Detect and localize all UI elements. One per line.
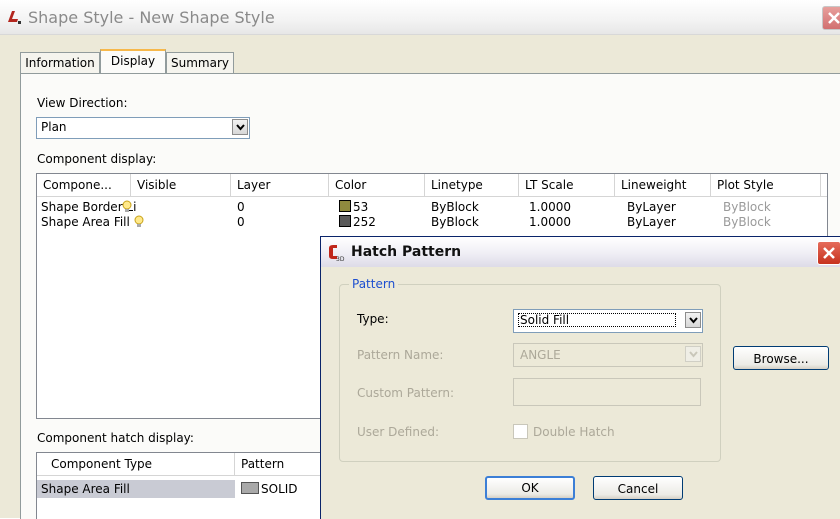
table-row[interactable]: Shape Area Fill SOLID xyxy=(37,480,337,498)
linetype-value: ByBlock xyxy=(431,215,479,229)
lineweight-value: ByLayer xyxy=(627,200,676,214)
column-header-plot-style[interactable]: Plot Style xyxy=(711,174,821,196)
user-defined-label: User Defined: xyxy=(357,425,439,439)
pattern-cell[interactable]: SOLID xyxy=(241,482,298,496)
column-header-lineweight[interactable]: Lineweight xyxy=(615,174,711,196)
autocad-icon xyxy=(6,9,22,25)
table-row[interactable]: Shape Border Li 0 53 ByBlock 1.0000 ByLa… xyxy=(37,200,827,214)
custom-pattern-label: Custom Pattern: xyxy=(357,386,455,400)
ok-button[interactable]: OK xyxy=(485,476,575,500)
type-value: Solid Fill xyxy=(518,313,676,327)
hatch-list-header: Component Type Pattern xyxy=(37,453,337,476)
browse-button[interactable]: Browse... xyxy=(733,346,829,370)
lt-scale-value: 1.0000 xyxy=(529,215,571,229)
chevron-down-icon[interactable] xyxy=(232,119,248,135)
color-cell[interactable]: 53 xyxy=(339,200,368,214)
pattern-name-value: ANGLE xyxy=(520,348,561,362)
component-list-header: Compone... Visible Layer Color Linetype … xyxy=(37,174,827,197)
component-hatch-list[interactable]: Component Type Pattern Shape Area Fill S… xyxy=(36,452,338,519)
view-direction-label: View Direction: xyxy=(37,96,128,110)
tab-information[interactable]: Information xyxy=(20,52,100,73)
dialog-title: Hatch Pattern xyxy=(351,244,462,260)
layer-value: 0 xyxy=(237,215,245,229)
pattern-swatch xyxy=(241,482,259,494)
double-hatch-label: Double Hatch xyxy=(533,425,615,439)
column-header-component-type[interactable]: Component Type xyxy=(37,453,235,475)
column-header-component[interactable]: Compone... xyxy=(37,174,131,196)
color-cell[interactable]: 252 xyxy=(339,215,376,229)
linetype-value: ByBlock xyxy=(431,200,479,214)
component-display-label: Component display: xyxy=(37,152,157,166)
color-value: 53 xyxy=(353,200,369,214)
type-select[interactable]: Solid Fill xyxy=(513,309,703,333)
close-icon[interactable] xyxy=(822,6,840,30)
window-title: Shape Style - New Shape Style xyxy=(28,8,275,27)
color-swatch xyxy=(339,215,351,227)
view-direction-value: Plan xyxy=(41,120,67,134)
pattern-group-label: Pattern xyxy=(349,277,399,291)
column-header-linetype[interactable]: Linetype xyxy=(425,174,519,196)
column-header-visible[interactable]: Visible xyxy=(131,174,231,196)
lineweight-value: ByLayer xyxy=(627,215,676,229)
tab-summary[interactable]: Summary xyxy=(166,52,234,73)
dialog-titlebar: 3D Hatch Pattern xyxy=(321,237,840,267)
lightbulb-icon[interactable] xyxy=(134,215,144,232)
pattern-name-select[interactable]: ANGLE xyxy=(513,343,703,367)
plot-style-value: ByBlock xyxy=(723,215,771,229)
plot-style-value: ByBlock xyxy=(723,200,771,214)
lt-scale-value: 1.0000 xyxy=(529,200,571,214)
color-swatch xyxy=(339,200,351,212)
color-value: 252 xyxy=(353,215,376,229)
chevron-down-icon[interactable] xyxy=(685,346,701,362)
view-direction-select[interactable]: Plan xyxy=(36,117,250,139)
column-header-color[interactable]: Color xyxy=(329,174,425,196)
tab-display[interactable]: Display xyxy=(100,49,166,75)
pattern-value: SOLID xyxy=(261,482,298,496)
chevron-down-icon[interactable] xyxy=(685,312,701,328)
autocad-3d-icon: 3D xyxy=(327,244,345,263)
layer-value: 0 xyxy=(237,200,245,214)
custom-pattern-input[interactable] xyxy=(513,378,701,406)
pattern-name-label: Pattern Name: xyxy=(357,348,444,362)
cancel-button[interactable]: Cancel xyxy=(593,476,683,500)
double-hatch-checkbox[interactable] xyxy=(513,424,528,439)
component-type-value: Shape Area Fill xyxy=(41,482,130,496)
svg-text:3D: 3D xyxy=(336,256,345,262)
hatch-pattern-dialog: 3D Hatch Pattern Pattern Type: Solid Fil… xyxy=(320,236,840,519)
column-header-lt-scale[interactable]: LT Scale xyxy=(519,174,615,196)
component-name: Shape Area Fill xyxy=(41,215,130,229)
column-header-layer[interactable]: Layer xyxy=(231,174,329,196)
component-hatch-label: Component hatch display: xyxy=(37,431,194,445)
window-titlebar: Shape Style - New Shape Style xyxy=(0,0,840,35)
close-icon[interactable] xyxy=(817,241,840,265)
type-label: Type: xyxy=(357,312,389,326)
table-row[interactable]: Shape Area Fill 0 252 ByBlock 1.0000 ByL… xyxy=(37,215,827,229)
